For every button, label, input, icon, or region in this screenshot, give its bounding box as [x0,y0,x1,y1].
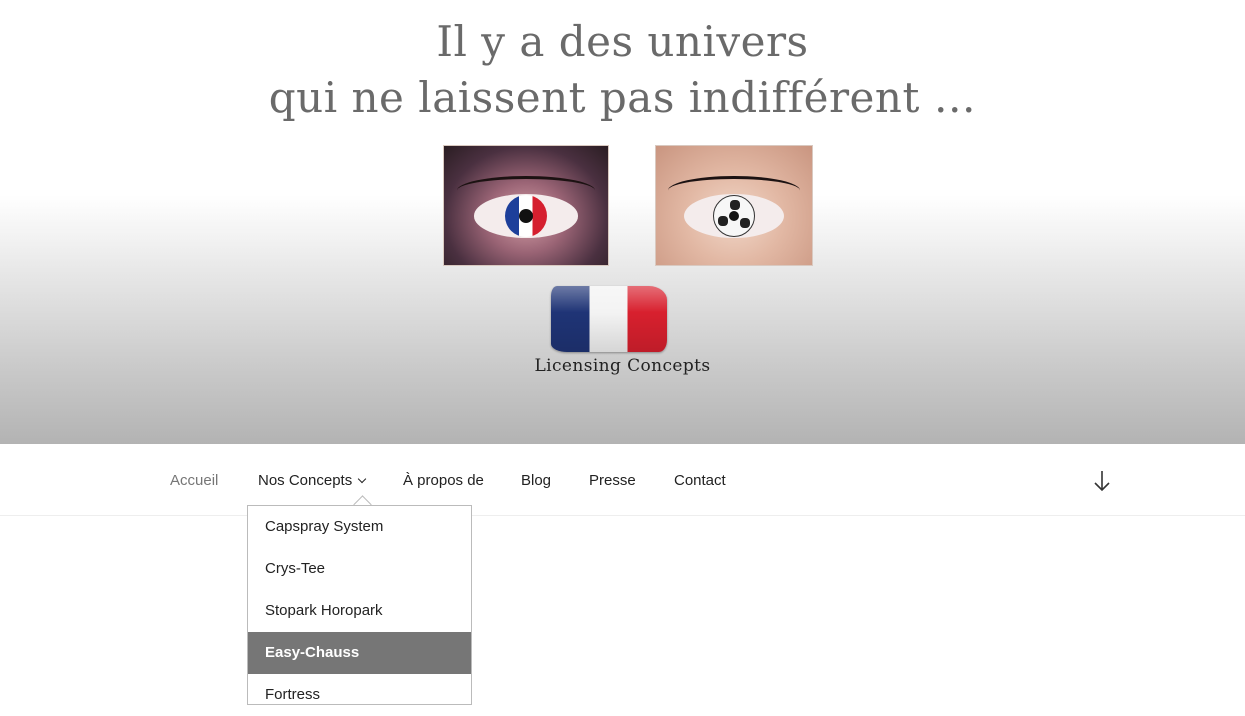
submenu-item-stopark-horopark[interactable]: Stopark Horopark [248,590,471,632]
tagline-line-1: Il y a des univers [436,17,809,66]
nav-item-nos-concepts-label: Nos Concepts [258,472,353,489]
site-tagline: Il y a des univers qui ne laissent pas i… [0,14,1245,126]
submenu-nos-concepts: Capspray System Crys-Tee Stopark Horopar… [247,505,472,705]
submenu-item-capspray-system[interactable]: Capspray System [248,506,471,548]
french-flag-logo[interactable] [551,286,667,352]
nav-item-a-propos[interactable]: À propos de [403,472,484,489]
site-header: Il y a des univers qui ne laissent pas i… [0,0,1245,444]
eye-photo-france [443,145,609,266]
nav-item-presse[interactable]: Presse [589,472,636,489]
submenu-item-crys-tee[interactable]: Crys-Tee [248,548,471,590]
site-logo-text[interactable]: Licensing Concepts [0,356,1245,376]
submenu-item-fortress[interactable]: Fortress [248,674,471,716]
nav-item-blog[interactable]: Blog [521,472,551,489]
eye-photo-football [655,145,813,266]
nav-item-nos-concepts[interactable]: Nos Concepts [258,472,367,489]
main-navigation: Accueil Nos Concepts À propos de Blog Pr… [0,444,1245,516]
submenu-item-easy-chauss[interactable]: Easy-Chauss [248,632,471,674]
tagline-line-2: qui ne laissent pas indifférent … [268,73,977,122]
chevron-down-icon [357,474,367,484]
nav-item-accueil[interactable]: Accueil [170,472,218,489]
arrow-down-icon[interactable] [1093,470,1111,492]
nav-item-contact[interactable]: Contact [674,472,726,489]
